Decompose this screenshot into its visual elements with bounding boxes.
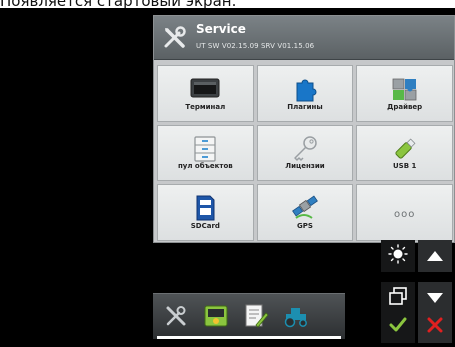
more-icon: ooo <box>393 209 416 221</box>
confirm-button[interactable] <box>381 311 415 343</box>
key-icon <box>290 135 320 163</box>
scroll-down-button[interactable] <box>418 282 452 314</box>
tile-gps[interactable]: GPS <box>256 184 354 241</box>
satellite-icon <box>290 194 320 222</box>
window-switch-icon <box>388 286 408 310</box>
version-info: UT SW V02.15.09 SRV V01.15.06 <box>196 42 315 50</box>
terminal-app-icon <box>203 303 229 333</box>
up-arrow-icon <box>426 247 444 266</box>
terminal-screen: Service UT SW V02.15.09 SRV V01.15.06 Те… <box>0 8 455 347</box>
tile-object-pool[interactable]: пул объектов <box>157 124 254 182</box>
tile-driver[interactable]: Драйвер <box>356 65 453 122</box>
scroll-up-button[interactable] <box>418 240 452 272</box>
terminal-icon <box>190 75 220 103</box>
active-task-indicator <box>157 336 341 339</box>
taskbar-settings-doc[interactable] <box>243 303 269 333</box>
service-tile-grid: Терминал Плагины Драйвер пул объектов Ли… <box>157 65 453 241</box>
service-window: Service UT SW V02.15.09 SRV V01.15.06 Те… <box>153 15 455 243</box>
tile-label: SDCard <box>190 222 220 230</box>
tile-licenses[interactable]: Лицензии <box>256 124 354 182</box>
tile-label: USB 1 <box>392 162 417 171</box>
brightness-button[interactable] <box>381 240 415 272</box>
tile-plugins[interactable]: Плагины <box>256 65 354 122</box>
tile-label: GPS <box>297 222 313 230</box>
settings-doc-icon <box>243 303 269 333</box>
window-switch-button[interactable] <box>381 282 415 314</box>
tile-terminal[interactable]: Терминал <box>157 65 254 122</box>
down-arrow-icon <box>426 289 444 308</box>
tile-more[interactable]: ooo <box>356 184 453 241</box>
tile-label: Терминал <box>185 102 226 111</box>
tile-label: пул объектов <box>177 162 233 171</box>
brightness-icon <box>388 244 408 268</box>
driver-icon <box>390 75 420 103</box>
service-title: Service <box>196 22 246 36</box>
usb-icon <box>390 135 420 163</box>
tile-usb[interactable]: USB 1 <box>356 124 453 182</box>
cancel-button[interactable] <box>418 311 452 343</box>
cancel-x-icon <box>427 317 443 337</box>
tile-label: Лицензии <box>285 162 325 171</box>
object-pool-icon <box>190 135 220 163</box>
service-tools-icon <box>162 25 188 51</box>
tile-sdcard[interactable]: SDCard <box>157 184 254 241</box>
taskbar-service[interactable] <box>163 305 189 331</box>
confirm-check-icon <box>389 317 407 337</box>
tile-label: Драйвер <box>387 102 423 111</box>
plugins-icon <box>290 75 320 103</box>
taskbar-terminal-app[interactable] <box>203 305 229 331</box>
taskbar-tractor[interactable] <box>283 305 309 331</box>
sdcard-icon <box>190 194 220 222</box>
service-tools-icon <box>164 304 188 332</box>
tractor-icon <box>282 304 310 332</box>
page-caption: Появляется стартовый экран. <box>0 0 455 8</box>
service-header: Service UT SW V02.15.09 SRV V01.15.06 <box>154 16 454 60</box>
tile-label: Плагины <box>287 102 323 111</box>
app-taskbar <box>153 293 345 339</box>
